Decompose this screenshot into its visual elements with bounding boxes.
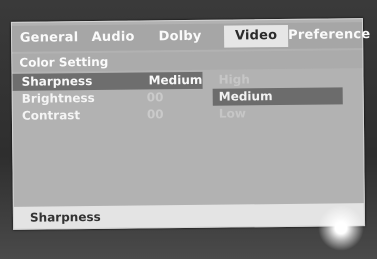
tab-general[interactable]: General (18, 27, 80, 50)
option-low[interactable]: Low (213, 104, 343, 122)
setting-name: Brightness (21, 90, 95, 106)
section-title: Color Setting (12, 50, 363, 72)
setting-name: Contrast (21, 108, 81, 123)
tab-video[interactable]: Video (223, 24, 289, 48)
osd-menu: General Audio Dolby Video Preference Col… (10, 18, 370, 230)
tab-audio[interactable]: Audio (88, 27, 138, 50)
setting-name: Sharpness (21, 74, 93, 89)
setting-value: Medium (148, 72, 203, 88)
tab-preference[interactable]: Preference (288, 24, 370, 47)
tab-dolby[interactable]: Dolby (152, 26, 208, 49)
light-glare (318, 205, 364, 251)
setting-value: 00 (146, 90, 164, 105)
tab-bar: General Audio Dolby Video Preference (11, 22, 370, 52)
setting-value: 00 (146, 107, 164, 122)
option-medium[interactable]: Medium (212, 87, 343, 106)
status-bar: Sharpness (13, 203, 365, 229)
option-high[interactable]: High (212, 70, 342, 88)
